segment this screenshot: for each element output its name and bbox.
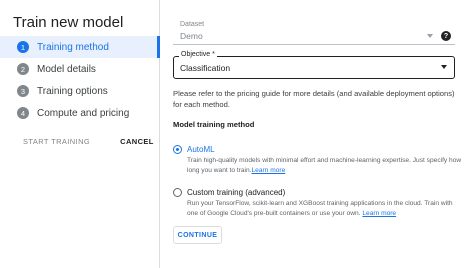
step-label: Training options: [37, 85, 108, 97]
step-label: Model details: [37, 63, 96, 75]
objective-select[interactable]: Objective * Classification: [173, 51, 455, 79]
cancel-button[interactable]: CANCEL: [120, 137, 154, 146]
step-number-badge: 4: [17, 107, 29, 119]
chevron-down-icon: [441, 65, 447, 69]
step-label: Compute and pricing: [37, 107, 130, 119]
automl-description: Train high-quality models with minimal e…: [187, 156, 463, 175]
step-compute-and-pricing[interactable]: 4 Compute and pricing: [0, 102, 160, 124]
step-training-method[interactable]: 1 Training method: [0, 36, 160, 58]
section-title-training-method: Model training method: [173, 120, 255, 129]
step-label: Training method: [37, 41, 109, 53]
step-number-badge: 3: [17, 85, 29, 97]
step-model-details[interactable]: 2 Model details: [0, 58, 160, 80]
dataset-label: Dataset: [180, 21, 205, 28]
automl-learn-more-link[interactable]: Learn more: [252, 167, 286, 174]
chevron-down-icon: [427, 34, 433, 38]
stepper-panel: Train new model 1 Training method 2 Mode…: [0, 0, 160, 268]
custom-training-description-text: Run your TensorFlow, scikit-learn and XG…: [187, 200, 453, 217]
start-training-button[interactable]: START TRAINING: [23, 137, 90, 146]
step-list: 1 Training method 2 Model details 3 Trai…: [0, 36, 160, 124]
dataset-select[interactable]: Dataset Demo ?: [173, 18, 455, 45]
help-icon[interactable]: ?: [441, 31, 451, 41]
step-number-badge: 1: [17, 41, 29, 53]
pricing-description: Please refer to the pricing guide for mo…: [173, 89, 455, 109]
step-number-badge: 2: [17, 63, 29, 75]
custom-training-description: Run your TensorFlow, scikit-learn and XG…: [187, 199, 463, 218]
custom-training-learn-more-link[interactable]: Learn more: [362, 210, 396, 217]
step-training-options[interactable]: 3 Training options: [0, 80, 160, 102]
left-actions: START TRAINING CANCEL: [23, 137, 154, 146]
custom-training-radio[interactable]: [173, 188, 182, 197]
page-title: Train new model: [13, 14, 124, 31]
continue-button[interactable]: CONTINUE: [173, 226, 222, 244]
form-panel: Dataset Demo ? Objective * Classificatio…: [173, 0, 463, 268]
objective-label: Objective *: [179, 51, 217, 58]
automl-title: AutoML: [187, 145, 215, 154]
objective-value: Classification: [180, 63, 231, 73]
automl-description-text: Train high-quality models with minimal e…: [187, 157, 462, 174]
automl-radio[interactable]: [173, 145, 182, 154]
custom-training-title: Custom training (advanced): [187, 188, 286, 197]
dataset-value: Demo: [180, 31, 203, 41]
